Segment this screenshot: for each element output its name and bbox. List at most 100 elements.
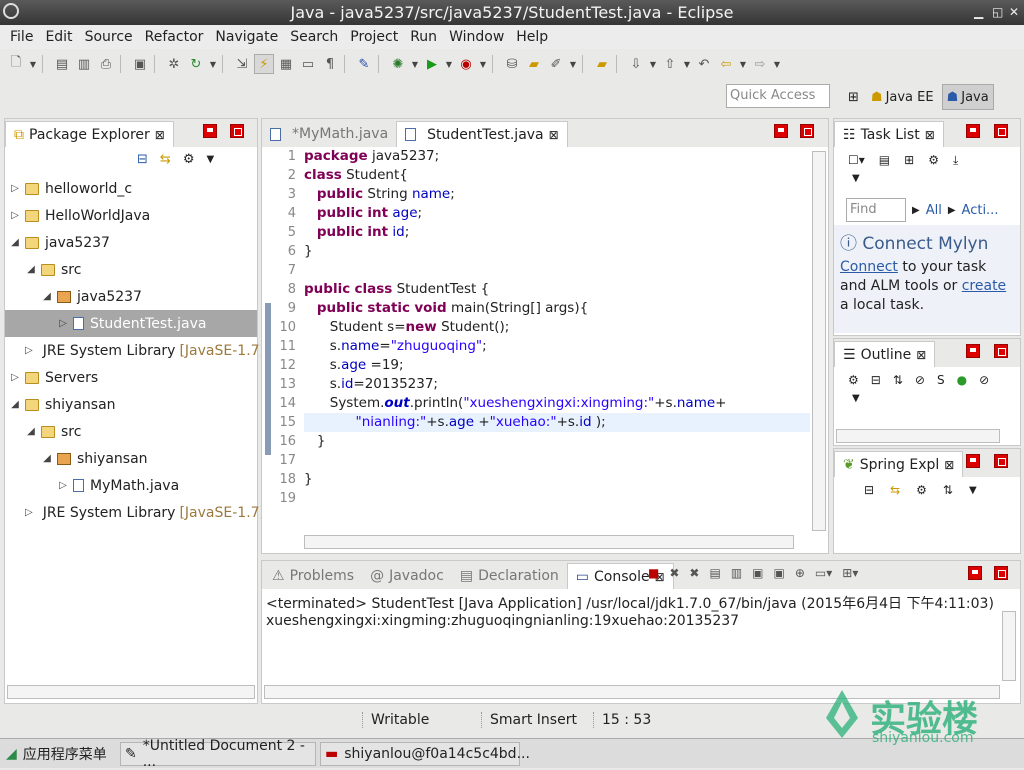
view-menu-icon[interactable]: ⚙: [183, 152, 195, 167]
new-java-project-icon[interactable]: ✲: [164, 54, 184, 74]
show-stdout-icon[interactable]: ▣: [752, 566, 763, 580]
run-icon[interactable]: ▶: [422, 54, 442, 74]
hide-nonpublic-icon[interactable]: ●: [957, 373, 967, 387]
toggle-mark-occurrences-icon[interactable]: ⚡: [254, 54, 274, 74]
collapse-arrow-icon[interactable]: ◢: [25, 426, 37, 437]
block-selection-icon[interactable]: ▦: [276, 54, 296, 74]
link-icon[interactable]: ⇆: [890, 483, 900, 497]
search-dropdown-icon[interactable]: ▼: [568, 60, 578, 69]
menu-refactor[interactable]: Refactor: [139, 29, 210, 45]
expand-arrow-icon[interactable]: ▷: [25, 345, 33, 356]
tab-spring-explorer[interactable]: ❦ Spring Expl ⊠: [834, 451, 964, 477]
collapse-all-icon[interactable]: ⊟: [864, 483, 874, 497]
menu-source[interactable]: Source: [79, 29, 139, 45]
back-icon[interactable]: ⇦: [716, 54, 736, 74]
chevron-down-icon[interactable]: ▼: [206, 154, 214, 165]
next-annotation-icon[interactable]: ⇲: [232, 54, 252, 74]
close-icon[interactable]: ⊠: [925, 128, 935, 142]
create-link[interactable]: create: [962, 278, 1006, 294]
tab-problems[interactable]: ⚠ Problems: [264, 563, 362, 589]
scheduled-icon[interactable]: ⊞: [904, 153, 914, 167]
taskbar-item-text-editor[interactable]: ✎ *Untitled Document 2 - ...: [120, 738, 316, 770]
new-icon[interactable]: 🗋: [6, 54, 26, 74]
scroll-lock-icon[interactable]: ▥: [731, 566, 742, 580]
collapse-arrow-icon[interactable]: ◢: [25, 264, 37, 275]
tree-item[interactable]: ▷ JRE System Library [JavaSE-1.7]: [5, 337, 265, 364]
show-whitespace-icon[interactable]: ¶: [320, 54, 340, 74]
debug-icon[interactable]: ✺: [388, 54, 408, 74]
external-dropdown-icon[interactable]: ▼: [478, 60, 488, 69]
minimize-panel-button[interactable]: [966, 454, 980, 468]
sort-icon[interactable]: ⇅: [893, 373, 903, 387]
menu-search[interactable]: Search: [284, 29, 344, 45]
run-external-icon[interactable]: ◉: [456, 54, 476, 74]
menu-run[interactable]: Run: [404, 29, 443, 45]
minimize-panel-button[interactable]: [966, 344, 980, 358]
sync-icon[interactable]: ⚙: [928, 153, 939, 167]
expand-arrow-icon[interactable]: ▷: [9, 372, 21, 383]
show-stderr-icon[interactable]: ▣: [774, 566, 785, 580]
expand-arrow-icon[interactable]: ▷: [9, 210, 21, 221]
clear-console-icon[interactable]: ▤: [709, 566, 720, 580]
perspective-java[interactable]: ☗ Java: [941, 84, 994, 110]
tree-item[interactable]: ▷ Servers: [5, 364, 257, 391]
chevron-down-icon[interactable]: ▼: [834, 393, 1020, 413]
hide-fields-icon[interactable]: ⊘: [915, 373, 925, 387]
open-folder-icon[interactable]: ▰: [524, 54, 544, 74]
prev-edit-icon[interactable]: ⇧: [660, 54, 680, 74]
hide-static-icon[interactable]: S: [937, 373, 945, 387]
chevron-down-icon[interactable]: ▼: [834, 173, 1020, 195]
apps-menu-button[interactable]: ◢ 应用程序菜单: [2, 742, 111, 766]
display-console-icon[interactable]: ▭▾: [815, 566, 832, 580]
new-dropdown-icon[interactable]: ▼: [28, 60, 38, 69]
horizontal-scrollbar[interactable]: [7, 685, 255, 699]
prev-edit-dropdown-icon[interactable]: ▼: [682, 60, 692, 69]
open-type-icon[interactable]: ▣: [130, 54, 150, 74]
pin-icon[interactable]: ✎: [354, 54, 374, 74]
tab-javadoc[interactable]: @ Javadoc: [362, 563, 452, 589]
refresh-icon[interactable]: ↻: [186, 54, 206, 74]
tab-declaration[interactable]: ▤ Declaration: [452, 563, 567, 589]
maximize-panel-button[interactable]: [994, 454, 1008, 468]
menu-file[interactable]: File: [4, 29, 39, 45]
open-task-icon[interactable]: ▰: [592, 54, 612, 74]
tab-package-explorer[interactable]: ⧉ Package Explorer ⊠: [5, 121, 174, 147]
close-icon[interactable]: ⊠: [155, 128, 165, 142]
horizontal-scrollbar[interactable]: [304, 535, 794, 549]
collapse-arrow-icon[interactable]: ◢: [9, 237, 21, 248]
forward-icon[interactable]: ⇨: [750, 54, 770, 74]
maximize-window-button[interactable]: ◱: [992, 0, 1003, 25]
word-wrap-icon[interactable]: ▭: [298, 54, 318, 74]
menu-navigate[interactable]: Navigate: [209, 29, 284, 45]
menu-project[interactable]: Project: [344, 29, 404, 45]
menu-help[interactable]: Help: [510, 29, 554, 45]
collapse-all-icon[interactable]: ⊟: [137, 152, 148, 167]
activate-filter-link[interactable]: Acti...: [962, 203, 999, 218]
perspective-java-ee[interactable]: ☗ Java EE: [867, 84, 938, 110]
menu-window[interactable]: Window: [443, 29, 510, 45]
categorize-icon[interactable]: ▤: [879, 153, 890, 167]
taskbar-item-terminal[interactable]: ▬ shiyanlou@f0a14c5c4bd...: [320, 742, 530, 766]
sort-icon[interactable]: ⇅: [943, 483, 953, 497]
link-with-editor-icon[interactable]: ⇆: [160, 152, 171, 167]
close-window-button[interactable]: ✕: [1009, 0, 1019, 25]
tree-item[interactable]: ▷ StudentTest.java: [5, 310, 257, 337]
last-edit-icon[interactable]: ↶: [694, 54, 714, 74]
sync-icon[interactable]: ⚙: [848, 373, 859, 387]
tab-studenttest-java[interactable]: StudentTest.java ⊠: [396, 121, 568, 147]
tree-item[interactable]: ◢ src: [5, 256, 257, 283]
open-console-icon[interactable]: ⊞▾: [842, 566, 858, 580]
minimize-window-button[interactable]: ▁: [974, 0, 983, 25]
maximize-panel-button[interactable]: [994, 124, 1008, 138]
vertical-scrollbar[interactable]: [812, 151, 826, 531]
expand-arrow-icon[interactable]: ▷: [25, 507, 33, 518]
debug-dropdown-icon[interactable]: ▼: [410, 60, 420, 69]
tree-item[interactable]: ◢ shiyansan: [5, 391, 257, 418]
minimize-panel-button[interactable]: [774, 124, 788, 138]
quick-access-input[interactable]: Quick Access: [726, 84, 830, 108]
tree-item[interactable]: ▷ helloworld_c: [5, 175, 257, 202]
focus-icon[interactable]: ⤓: [953, 153, 958, 168]
expand-arrow-icon[interactable]: ▷: [9, 183, 21, 194]
maximize-panel-button[interactable]: [994, 566, 1008, 580]
new-package-icon[interactable]: ⛁: [502, 54, 522, 74]
